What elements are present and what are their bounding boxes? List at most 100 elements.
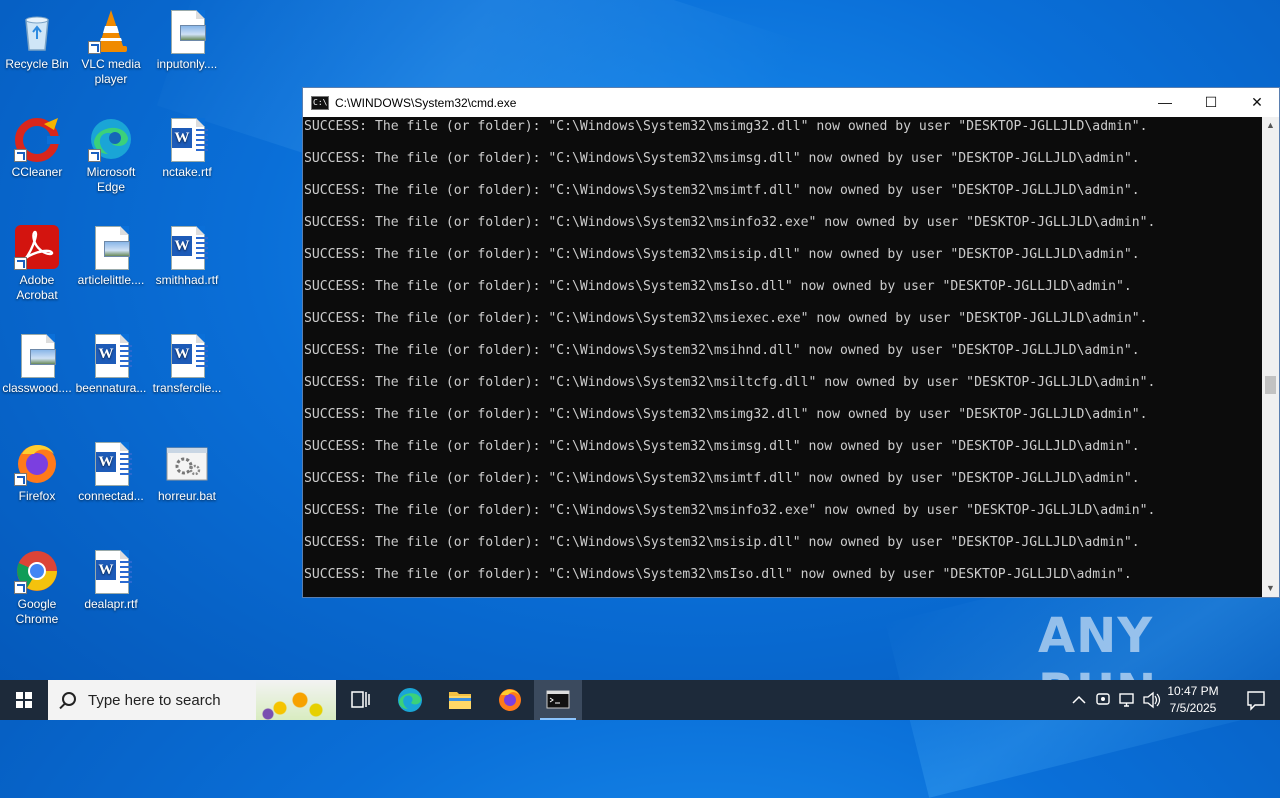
desktop-icon-label: connectad...	[78, 489, 144, 503]
maximize-button[interactable]: ☐	[1188, 88, 1234, 117]
desktop-icon-ccleaner[interactable]: CCleaner	[0, 116, 74, 180]
console-line: SUCCESS: The file (or folder): "C:\Windo…	[304, 439, 1140, 454]
desktop-icon-firefox[interactable]: Firefox	[0, 440, 74, 504]
shortcut-arrow-icon	[14, 581, 27, 594]
vertical-scrollbar[interactable]: ▲ ▼	[1262, 117, 1279, 597]
console-line: SUCCESS: The file (or folder): "C:\Windo…	[304, 407, 1148, 422]
file-explorer-icon[interactable]	[436, 680, 484, 720]
start-button[interactable]	[0, 680, 48, 720]
desktop-icon-smithhad[interactable]: W smithhad.rtf	[150, 224, 224, 288]
cmd-taskbar-icon[interactable]	[534, 680, 582, 720]
firefox-icon	[14, 440, 60, 486]
edge-icon	[88, 116, 134, 162]
vlc-cone-icon	[88, 8, 134, 54]
shortcut-arrow-icon	[88, 41, 101, 54]
word-document-icon: W	[164, 224, 210, 270]
firefox-taskbar-icon[interactable]	[486, 680, 534, 720]
tray-overflow-chevron-icon[interactable]	[1068, 680, 1090, 720]
console-line: SUCCESS: The file (or folder): "C:\Windo…	[304, 375, 1156, 390]
console-output[interactable]: SUCCESS: The file (or folder): "C:\Windo…	[303, 117, 1262, 597]
console-line: SUCCESS: The file (or folder): "C:\Windo…	[304, 503, 1156, 518]
cmd-window-icon: C:\	[311, 95, 329, 110]
desktop-icon-classwood[interactable]: classwood....	[0, 332, 74, 396]
console-line: SUCCESS: The file (or folder): "C:\Windo…	[304, 311, 1148, 326]
word-document-icon: W	[88, 332, 134, 378]
console-line: SUCCESS: The file (or folder): "C:\Windo…	[304, 183, 1140, 198]
desktop-icon-acrobat[interactable]: Adobe Acrobat	[0, 224, 74, 303]
defender-shield-icon[interactable]	[1092, 680, 1114, 720]
shortcut-arrow-icon	[14, 149, 27, 162]
word-document-icon: W	[88, 548, 134, 594]
chrome-icon	[14, 548, 60, 594]
close-button[interactable]: ✕	[1234, 88, 1280, 117]
console-line: SUCCESS: The file (or folder): "C:\Windo…	[304, 247, 1140, 262]
desktop-icon-edge[interactable]: Microsoft Edge	[74, 116, 148, 195]
shortcut-arrow-icon	[88, 149, 101, 162]
search-highlight-flowers-image	[256, 680, 336, 720]
acrobat-icon	[14, 224, 60, 270]
scroll-up-arrow-icon[interactable]: ▲	[1262, 117, 1279, 134]
taskbar-clock[interactable]: 10:47 PM 7/5/2025	[1158, 683, 1228, 717]
desktop-icon-nctake[interactable]: W nctake.rtf	[150, 116, 224, 180]
search-icon	[62, 692, 76, 706]
desktop-icon-label: nctake.rtf	[162, 165, 212, 179]
desktop-icon-transferclie[interactable]: W transferclie...	[150, 332, 224, 396]
taskbar: Type here to search 10:47 PM 7/5/2025	[0, 680, 1280, 720]
desktop-icon-vlc[interactable]: VLC media player	[74, 8, 148, 87]
desktop-icon-label: VLC media player	[81, 57, 141, 86]
console-line: SUCCESS: The file (or folder): "C:\Windo…	[304, 535, 1140, 550]
windows-logo-icon	[16, 692, 32, 708]
cmd-window[interactable]: C:\ C:\WINDOWS\System32\cmd.exe — ☐ ✕ SU…	[302, 87, 1280, 598]
desktop-icon-articlelittle[interactable]: articlelittle....	[74, 224, 148, 288]
shortcut-arrow-icon	[14, 473, 27, 486]
desktop-icon-label: beennatura...	[75, 381, 147, 395]
edge-taskbar-icon[interactable]	[386, 680, 434, 720]
desktop-icon-label: Adobe Acrobat	[16, 273, 58, 302]
shortcut-arrow-icon	[14, 257, 27, 270]
task-view-icon[interactable]	[336, 680, 384, 720]
image-file-icon	[88, 224, 134, 270]
recycle-bin-icon	[14, 8, 60, 54]
desktop-icon-label: inputonly....	[156, 57, 218, 71]
window-titlebar[interactable]: C:\ C:\WINDOWS\System32\cmd.exe — ☐ ✕	[303, 88, 1279, 117]
desktop-icon-horreur-bat[interactable]: horreur.bat	[150, 440, 224, 504]
minimize-button[interactable]: —	[1142, 88, 1188, 117]
desktop-icon-label: Recycle Bin	[5, 57, 69, 71]
desktop-icon-recycle-bin[interactable]: Recycle Bin	[0, 8, 74, 72]
console-line: SUCCESS: The file (or folder): "C:\Windo…	[304, 279, 1132, 294]
desktop-icon-chrome[interactable]: Google Chrome	[0, 548, 74, 627]
desktop-icon-connectad[interactable]: W connectad...	[74, 440, 148, 504]
scrollbar-thumb[interactable]	[1265, 376, 1276, 394]
clock-date: 7/5/2025	[1169, 701, 1217, 715]
desktop-icon-dealapr[interactable]: W dealapr.rtf	[74, 548, 148, 612]
word-document-icon: W	[88, 440, 134, 486]
desktop-icon-label: classwood....	[2, 381, 72, 395]
desktop-icon-label: CCleaner	[11, 165, 63, 179]
desktop-icon-label: Google Chrome	[15, 597, 59, 626]
desktop-icon-label: Firefox	[18, 489, 56, 503]
desktop-icon-beennatura[interactable]: W beennatura...	[74, 332, 148, 396]
scroll-down-arrow-icon[interactable]: ▼	[1262, 580, 1279, 597]
desktop-icon-label: smithhad.rtf	[155, 273, 219, 287]
console-line: SUCCESS: The file (or folder): "C:\Windo…	[304, 471, 1140, 486]
desktop-icon-label: horreur.bat	[157, 489, 217, 503]
ccleaner-icon	[14, 116, 60, 162]
desktop-icon-label: transferclie...	[152, 381, 222, 395]
network-icon[interactable]	[1116, 680, 1138, 720]
search-placeholder: Type here to search	[88, 692, 221, 709]
console-line: SUCCESS: The file (or folder): "C:\Windo…	[304, 151, 1140, 166]
console-line: SUCCESS: The file (or folder): "C:\Windo…	[304, 343, 1140, 358]
console-line: SUCCESS: The file (or folder): "C:\Windo…	[304, 567, 1132, 582]
word-document-icon: W	[164, 116, 210, 162]
taskbar-search-box[interactable]: Type here to search	[48, 680, 336, 720]
desktop-icon-label: Microsoft Edge	[86, 165, 136, 194]
notification-center-icon[interactable]	[1232, 680, 1280, 720]
desktop-icon-inputonly[interactable]: inputonly....	[150, 8, 224, 72]
clock-time: 10:47 PM	[1167, 684, 1219, 698]
desktop-icon-label: articlelittle....	[77, 273, 145, 287]
console-line: SUCCESS: The file (or folder): "C:\Windo…	[304, 215, 1156, 230]
image-file-icon	[14, 332, 60, 378]
word-document-icon: W	[164, 332, 210, 378]
batch-file-gear-icon	[164, 440, 210, 486]
image-file-icon	[164, 8, 210, 54]
